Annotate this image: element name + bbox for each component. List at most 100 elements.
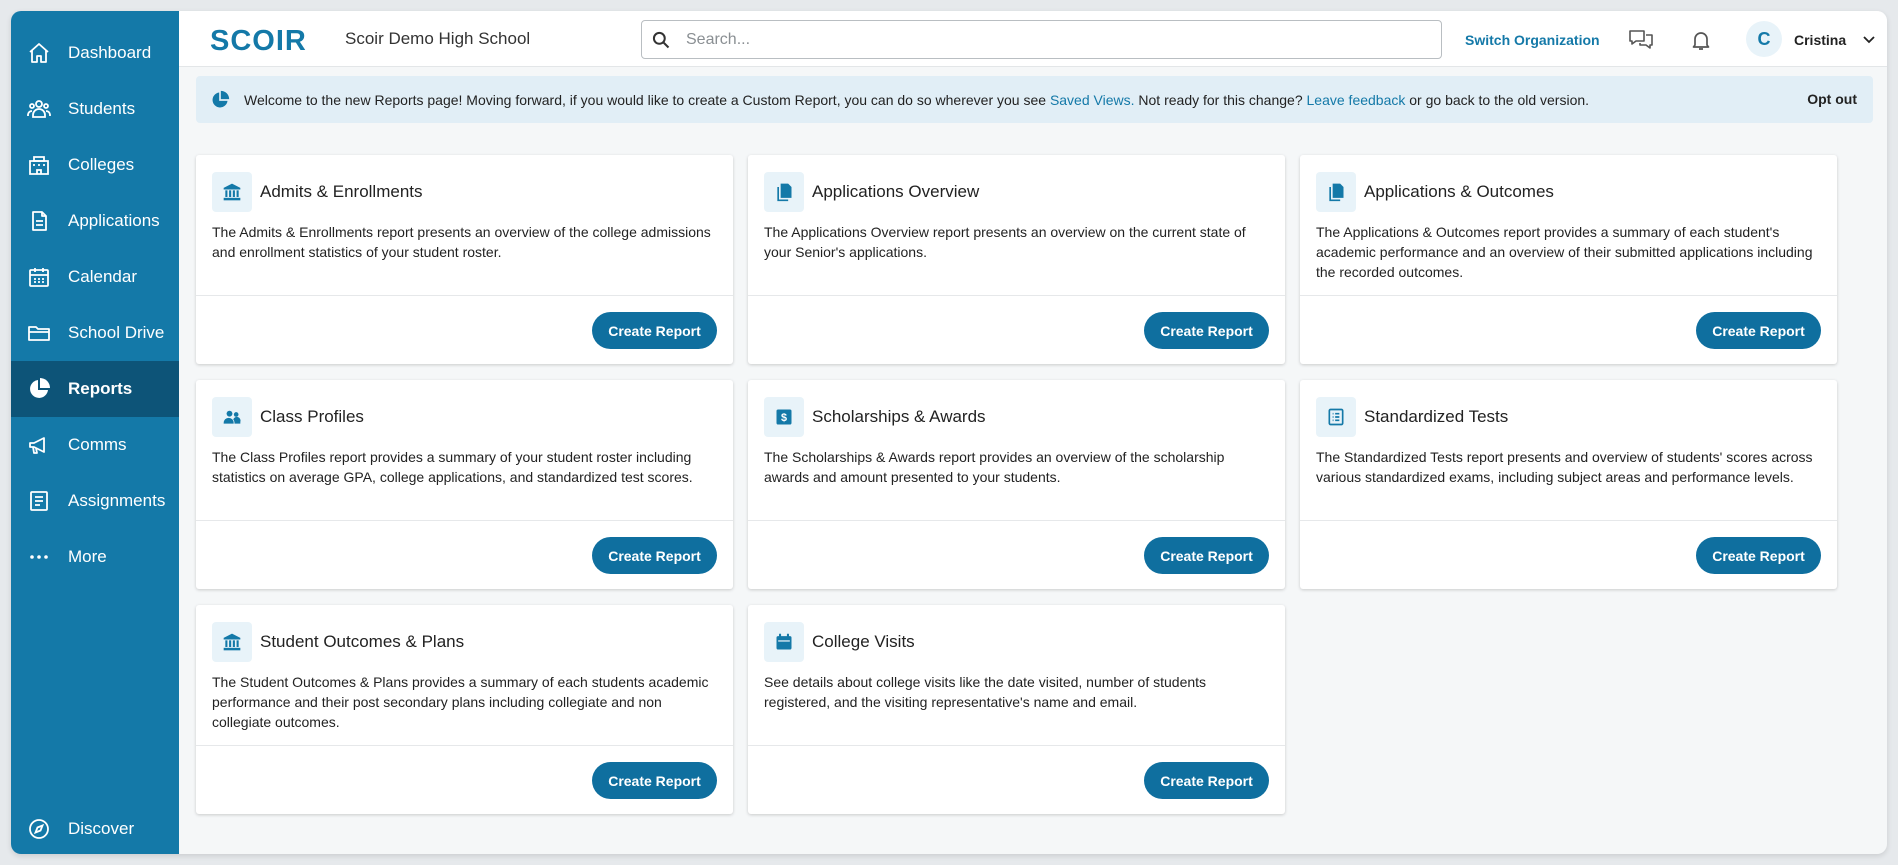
documents-icon [764,172,804,212]
sidebar-item-label: Comms [68,435,127,454]
divider [748,295,1285,296]
card-description: The Applications Overview report present… [764,224,1246,260]
sidebar-item-label: Reports [68,379,133,398]
divider [1300,295,1837,296]
report-card-applications-outcomes: Applications & Outcomes The Applications… [1300,155,1837,364]
search-input[interactable] [686,30,1406,49]
create-report-button[interactable]: Create Report [1144,537,1269,574]
card-description: The Scholarships & Awards report provide… [764,449,1225,485]
sidebar-item-more[interactable]: More [11,529,179,585]
more-dots-icon [26,544,52,570]
divider [196,295,733,296]
sidebar-item-label: Dashboard [68,43,152,62]
report-card-standardized-tests: Standardized Tests The Standardized Test… [1300,380,1837,589]
sidebar-item-label: Applications [68,211,160,230]
card-title: Scholarships & Awards [812,407,986,426]
create-report-button[interactable]: Create Report [1696,537,1821,574]
home-icon [26,40,52,66]
sidebar-item-applications[interactable]: Applications [11,193,179,249]
create-report-button[interactable]: Create Report [592,537,717,574]
school-name: Scoir Demo High School [345,29,531,48]
sidebar-item-label: School Drive [68,323,165,342]
create-report-button[interactable]: Create Report [1144,762,1269,799]
banner-text: Welcome to the new Reports page! Moving … [244,91,1590,108]
card-description: The Student Outcomes & Plans provides a … [212,674,709,730]
sidebar: Dashboard Students Colleges Applications… [11,11,179,854]
chat-icon[interactable] [1627,26,1655,54]
sidebar-item-reports[interactable]: Reports [11,361,179,417]
dollar-icon: $ [764,397,804,437]
create-report-button[interactable]: Create Report [1696,312,1821,349]
sidebar-item-calendar[interactable]: Calendar [11,249,179,305]
applications-icon [26,208,52,234]
sidebar-item-label: Discover [68,819,135,838]
sidebar-item-comms[interactable]: Comms [11,417,179,473]
report-card-admits-enrollments: Admits & Enrollments The Admits & Enroll… [196,155,733,364]
divider [196,520,733,521]
svg-text:$: $ [781,412,787,424]
saved-views-link[interactable]: Saved Views. [1050,92,1135,108]
card-title: Student Outcomes & Plans [260,632,465,651]
card-title: Class Profiles [260,407,364,426]
create-report-button[interactable]: Create Report [592,312,717,349]
students-icon [26,96,52,122]
report-card-applications-overview: Applications Overview The Applications O… [748,155,1285,364]
sidebar-item-label: Calendar [68,267,137,286]
report-card-scholarships-awards: $ Scholarships & Awards The Scholarships… [748,380,1285,589]
card-description: The Class Profiles report provides a sum… [212,449,693,485]
divider [196,745,733,746]
sidebar-item-assignments[interactable]: Assignments [11,473,179,529]
card-title: Applications & Outcomes [1364,182,1554,201]
avatar[interactable]: C [1746,21,1782,57]
card-title: Applications Overview [812,182,980,201]
sidebar-item-label: More [68,547,107,566]
people-icon [212,397,252,437]
leave-feedback-link[interactable]: Leave feedback [1307,92,1406,108]
divider [1300,520,1837,521]
switch-organization-link[interactable]: Switch Organization [1465,32,1600,48]
colleges-icon [26,152,52,178]
sidebar-item-label: Students [68,99,136,118]
search-icon [652,31,670,48]
report-card-college-visits: College Visits See details about college… [748,605,1285,814]
folder-icon [26,320,52,346]
pie-chart-icon [26,376,52,402]
divider [748,520,1285,521]
sidebar-item-dashboard[interactable]: Dashboard [11,25,179,81]
card-title: College Visits [812,632,915,651]
user-name[interactable]: Cristina [1794,32,1846,48]
info-banner: Welcome to the new Reports page! Moving … [196,76,1873,123]
card-description: The Standardized Tests report presents a… [1316,449,1813,485]
bell-icon[interactable] [1687,26,1715,54]
calendar-icon [764,622,804,662]
pie-chart-icon [212,90,230,107]
card-description: See details about college visits like th… [764,674,1207,710]
sidebar-item-colleges[interactable]: Colleges [11,137,179,193]
scoir-logo[interactable]: SCOIR [210,25,312,57]
sidebar-item-discover[interactable]: Discover [11,801,179,854]
sidebar-item-school-drive[interactable]: School Drive [11,305,179,361]
bank-icon [212,172,252,212]
search-bar[interactable] [641,20,1442,59]
documents-icon [1316,172,1356,212]
chevron-down-icon[interactable] [1859,29,1879,49]
card-description: The Applications & Outcomes report provi… [1316,224,1813,280]
create-report-button[interactable]: Create Report [1144,312,1269,349]
megaphone-icon [26,432,52,458]
create-report-button[interactable]: Create Report [592,762,717,799]
app-window: Dashboard Students Colleges Applications… [11,11,1887,854]
assignments-icon [26,488,52,514]
bank-icon [212,622,252,662]
opt-out-button[interactable]: Opt out [1807,91,1857,107]
sidebar-item-label: Colleges [68,155,135,174]
top-header: SCOIR Scoir Demo High School Switch Orga… [179,11,1887,67]
compass-icon [26,816,52,842]
report-card-student-outcomes-plans: Student Outcomes & Plans The Student Out… [196,605,733,814]
list-icon [1316,397,1356,437]
svg-text:SCOIR: SCOIR [210,25,307,53]
card-title: Admits & Enrollments [260,182,423,201]
card-description: The Admits & Enrollments report presents… [212,224,711,260]
sidebar-item-students[interactable]: Students [11,81,179,137]
divider [748,745,1285,746]
sidebar-item-label: Assignments [68,491,166,510]
